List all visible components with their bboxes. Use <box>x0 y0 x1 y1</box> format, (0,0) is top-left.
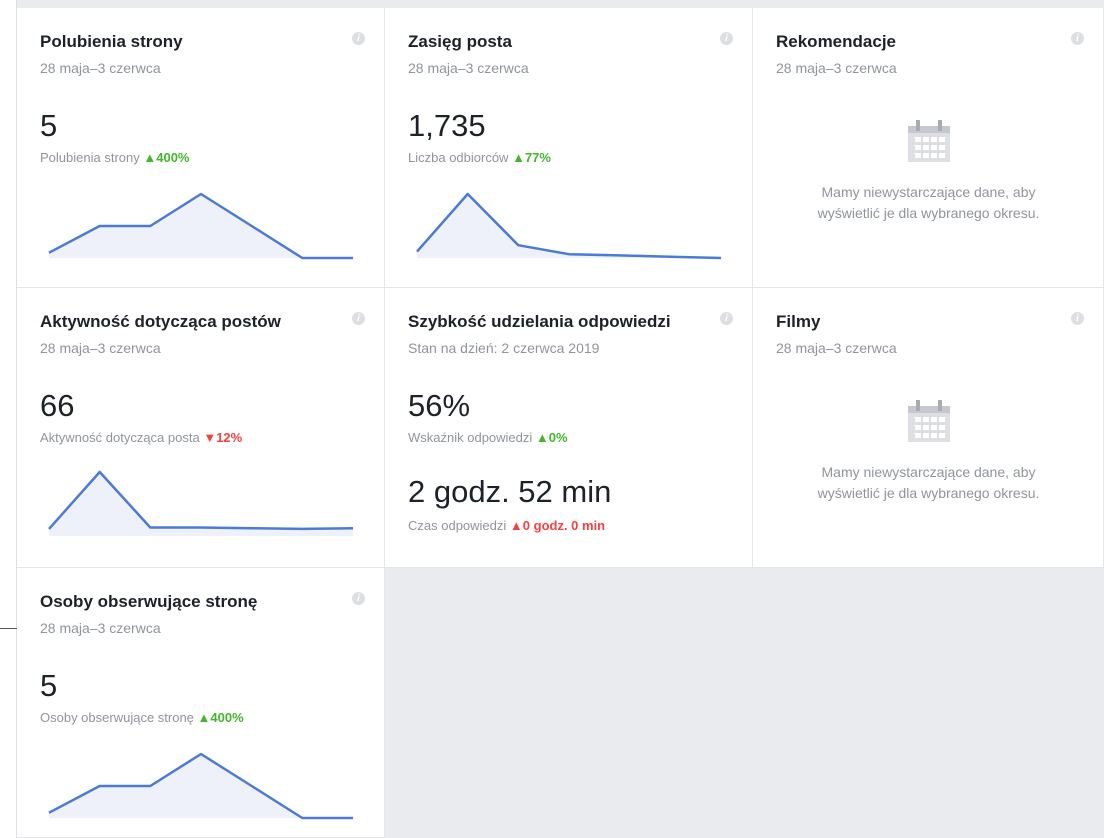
change-up-icon: ▲ <box>143 150 157 165</box>
info-icon[interactable]: i <box>352 312 365 325</box>
trend-sparkline <box>48 752 353 820</box>
response-time-value: 2 godz. 52 min <box>408 474 612 509</box>
calendar-icon <box>907 120 950 162</box>
calendar-icon <box>907 400 950 442</box>
date-range: 28 maja–3 czerwca <box>776 60 897 76</box>
card-title: Rekomendacje <box>776 32 896 51</box>
metric-label: Aktywność dotycząca posta ▼12% <box>40 430 242 445</box>
card-page-likes[interactable]: Polubienia strony 28 maja–3 czerwca i 5 … <box>17 8 385 288</box>
trend-sparkline <box>416 192 722 260</box>
empty-line-2: wyświetlić je dla wybranego okresu. <box>817 205 1040 221</box>
metric-label-text: Aktywność dotycząca posta <box>40 430 200 445</box>
change-percent: 400% <box>156 150 190 165</box>
empty-line-1: Mamy niewystarczające dane, aby <box>821 184 1036 200</box>
info-icon[interactable]: i <box>1071 312 1084 325</box>
insights-card-grid: Polubienia strony 28 maja–3 czerwca i 5 … <box>17 0 1104 838</box>
change-up-icon: ▲ <box>512 150 525 165</box>
response-time-label: Czas odpowiedzi ▲0 godz. 0 min <box>408 518 605 533</box>
card-title: Osoby obserwujące stronę <box>40 592 258 611</box>
sparkline-area <box>49 754 353 818</box>
metric-label-text: Polubienia strony <box>40 150 140 165</box>
metric-value: 5 <box>40 108 58 143</box>
info-icon[interactable]: i <box>720 32 733 45</box>
change-value: 0 godz. 0 min <box>522 518 606 533</box>
date-range: 28 maja–3 czerwca <box>776 340 897 356</box>
date-range: 28 maja–3 czerwca <box>408 60 529 76</box>
empty-state: Mamy niewystarczające dane, aby wyświetl… <box>753 118 1104 224</box>
date-range: 28 maja–3 czerwca <box>40 620 161 636</box>
metric-value: 5 <box>40 668 58 703</box>
empty-state-message: Mamy niewystarczające dane, aby wyświetl… <box>753 182 1104 224</box>
change-percent: 400% <box>210 710 244 725</box>
empty-state-message: Mamy niewystarczające dane, aby wyświetl… <box>753 462 1104 504</box>
sparkline-area <box>49 194 353 258</box>
card-post-reach[interactable]: Zasięg posta 28 maja–3 czerwca i 1,735 L… <box>385 8 753 288</box>
info-icon[interactable]: i <box>352 32 365 45</box>
response-rate-label: Wskaźnik odpowiedzi ▲0% <box>408 430 568 445</box>
change-up-icon: ▲ <box>535 430 549 445</box>
metric-label: Polubienia strony ▲400% <box>40 150 189 165</box>
date-range: Stan na dzień: 2 czerwca 2019 <box>408 340 600 356</box>
card-page-followers[interactable]: Osoby obserwujące stronę 28 maja–3 czerw… <box>17 568 385 838</box>
card-response-speed[interactable]: Szybkość udzielania odpowiedzi Stan na d… <box>385 288 753 568</box>
empty-state: Mamy niewystarczające dane, aby wyświetl… <box>753 398 1104 504</box>
change-up-icon: ▲ <box>197 710 211 725</box>
metric-label: Osoby obserwujące stronę ▲400% <box>40 710 244 725</box>
change-percent: 77% <box>524 150 551 165</box>
metric-label-text: Liczba odbiorców <box>408 150 509 165</box>
card-videos[interactable]: Filmy 28 maja–3 czerwca i Mamy niewystar… <box>753 288 1104 568</box>
card-title: Szybkość udzielania odpowiedzi <box>408 312 671 331</box>
metric-label-text: Czas odpowiedzi <box>408 518 507 533</box>
card-recommendations[interactable]: Rekomendacje 28 maja–3 czerwca i Mamy ni… <box>753 8 1104 288</box>
trend-sparkline <box>48 470 354 536</box>
card-title: Polubienia strony <box>40 32 183 51</box>
sparkline-area <box>417 194 721 258</box>
metric-value: 66 <box>40 388 75 423</box>
card-title: Filmy <box>776 312 821 331</box>
info-icon[interactable]: i <box>1071 32 1084 45</box>
date-range: 28 maja–3 czerwca <box>40 340 161 356</box>
card-post-engagement[interactable]: Aktywność dotycząca postów 28 maja–3 cze… <box>17 288 385 568</box>
metric-label-text: Osoby obserwujące stronę <box>40 710 194 725</box>
date-range: 28 maja–3 czerwca <box>40 60 161 76</box>
left-sidebar-edge <box>0 0 17 838</box>
change-percent: 12% <box>216 430 243 445</box>
change-percent: 0% <box>548 430 568 445</box>
trend-sparkline <box>48 192 353 260</box>
change-down-icon: ▼ <box>203 430 217 445</box>
metric-label-text: Wskaźnik odpowiedzi <box>408 430 533 445</box>
response-rate-value: 56% <box>408 388 471 423</box>
empty-line-1: Mamy niewystarczające dane, aby <box>821 464 1036 480</box>
card-title: Zasięg posta <box>408 32 512 51</box>
info-icon[interactable]: i <box>720 312 733 325</box>
change-up-icon: ▲ <box>509 518 523 533</box>
info-icon[interactable]: i <box>352 592 365 605</box>
metric-label: Liczba odbiorców ▲77% <box>408 150 551 165</box>
card-title: Aktywność dotycząca postów <box>40 312 281 331</box>
empty-line-2: wyświetlić je dla wybranego okresu. <box>817 485 1040 501</box>
metric-value: 1,735 <box>408 108 486 143</box>
